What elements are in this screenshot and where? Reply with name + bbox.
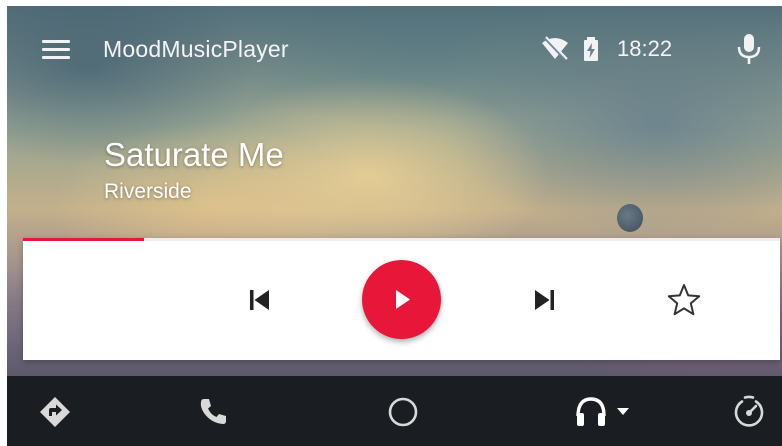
wifi-off-icon: [542, 36, 568, 62]
navigation-icon: [40, 397, 70, 427]
previous-button[interactable]: [243, 286, 277, 314]
home-icon: [388, 397, 418, 427]
battery-charging-icon: [584, 37, 598, 61]
app-title: MoodMusicPlayer: [103, 36, 289, 62]
skip-next-icon: [535, 290, 554, 310]
nav-audio-button[interactable]: [573, 394, 637, 430]
nav-navigation-button[interactable]: [37, 394, 73, 430]
playback-controls: [23, 238, 780, 360]
phone-icon: [200, 399, 226, 424]
head-unit-screen: MoodMusicPlayer 18:22 Saturate Me Rivers…: [7, 6, 782, 446]
voice-button[interactable]: [733, 32, 765, 66]
clock: 18:22: [617, 36, 673, 61]
menu-icon: [42, 40, 70, 43]
headphones-icon: [576, 397, 629, 426]
bottom-navigation: [7, 376, 782, 446]
exit-icon: [734, 395, 764, 427]
favorite-button[interactable]: [666, 282, 702, 318]
nav-home-button[interactable]: [385, 394, 421, 430]
skip-previous-icon: [250, 290, 269, 310]
nav-phone-button[interactable]: [195, 394, 231, 430]
star-outline-icon: [667, 284, 701, 316]
microphone-icon: [737, 34, 761, 64]
progress-bar[interactable]: [23, 238, 780, 241]
next-button[interactable]: [527, 286, 561, 314]
track-artist: Riverside: [104, 180, 192, 203]
play-icon: [396, 290, 410, 309]
progress-fill: [23, 238, 145, 241]
track-title: Saturate Me: [104, 136, 284, 173]
background-balloon: [617, 204, 643, 232]
play-button[interactable]: [362, 260, 441, 339]
menu-button[interactable]: [35, 34, 75, 66]
dropdown-arrow-icon: [617, 408, 629, 415]
app-bar: MoodMusicPlayer 18:22: [7, 6, 782, 96]
nav-exit-button[interactable]: [731, 394, 767, 430]
